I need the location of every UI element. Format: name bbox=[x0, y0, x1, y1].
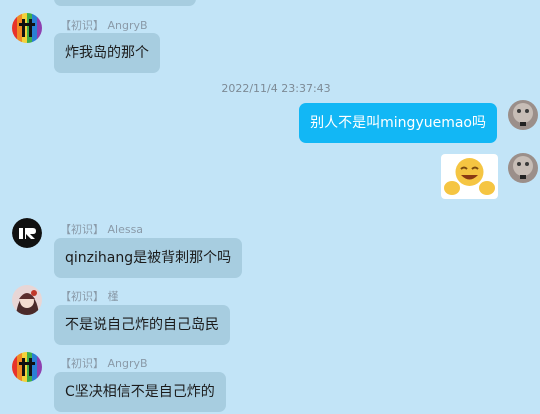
member-tag: 【初识】 bbox=[60, 223, 104, 236]
message-bubble[interactable]: qinzihang是被背刺那个吗 bbox=[54, 238, 243, 278]
member-tag: 【初识】 bbox=[60, 357, 104, 370]
chat-area[interactable]: 【初识】 AngryB 炸我岛的那个 2022/11/4 23:37:43 别人… bbox=[0, 0, 540, 414]
sender-meta: 【初识】 AngryB bbox=[60, 17, 148, 33]
message-bubble[interactable]: 不是说自己炸的自己岛民 bbox=[54, 305, 230, 345]
sender-name: AngryB bbox=[107, 19, 148, 32]
sender-name: AngryB bbox=[107, 357, 148, 370]
message-timestamp: 2022/11/4 23:37:43 bbox=[221, 82, 331, 95]
message-text: 不是说自己炸的自己岛民 bbox=[65, 317, 219, 333]
laughing-emoji-sticker[interactable] bbox=[441, 154, 498, 199]
message-text: 别人不是叫mingyuemao吗 bbox=[310, 115, 486, 131]
previous-message-bubble[interactable] bbox=[54, 0, 196, 6]
own-message-bubble[interactable]: 别人不是叫mingyuemao吗 bbox=[299, 103, 497, 143]
sender-meta: 【初识】 槿 bbox=[60, 288, 119, 304]
member-tag: 【初识】 bbox=[60, 290, 104, 303]
message-bubble[interactable]: C坚决相信不是自己炸的 bbox=[54, 372, 226, 412]
avatar-alessa[interactable] bbox=[12, 218, 42, 248]
message-text: 炸我岛的那个 bbox=[65, 45, 149, 61]
sender-name: Alessa bbox=[107, 223, 144, 236]
own-avatar[interactable] bbox=[508, 153, 538, 183]
message-bubble[interactable]: 炸我岛的那个 bbox=[54, 33, 160, 73]
sender-meta: 【初识】 Alessa bbox=[60, 221, 143, 237]
avatar-angryb[interactable] bbox=[12, 13, 42, 43]
own-avatar[interactable] bbox=[508, 100, 538, 130]
sender-meta: 【初识】 AngryB bbox=[60, 355, 148, 371]
message-text: C坚决相信不是自己炸的 bbox=[65, 384, 215, 400]
avatar-jin[interactable] bbox=[12, 285, 42, 315]
sender-name: 槿 bbox=[107, 290, 119, 303]
member-tag: 【初识】 bbox=[60, 19, 104, 32]
avatar-angryb[interactable] bbox=[12, 352, 42, 382]
message-text: qinzihang是被背刺那个吗 bbox=[65, 250, 232, 266]
